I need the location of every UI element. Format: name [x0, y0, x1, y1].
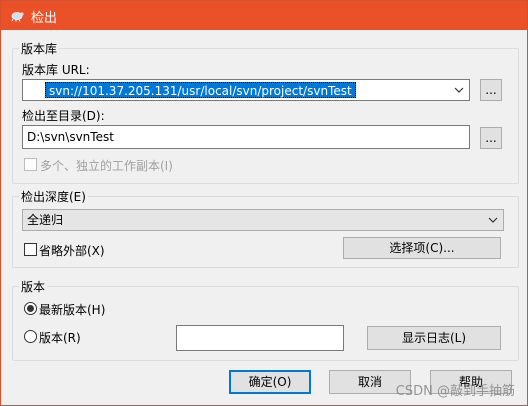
choose-items-button[interactable]: 选择项(C)...	[343, 237, 501, 259]
multiple-copies-checkbox[interactable]	[24, 158, 37, 171]
depth-select[interactable]: 全递归	[22, 209, 504, 231]
csdn-watermark: CSDN @敲到手抽筋	[395, 384, 515, 399]
repository-url-value: svn://101.37.205.131/usr/local/svn/proje…	[45, 82, 356, 98]
window-title: 检出	[31, 11, 58, 26]
multiple-copies-label: 多个、独立的工作副本(I)	[40, 159, 173, 173]
depth-select-value: 全递归	[27, 213, 64, 227]
repository-url-combobox[interactable]: svn://101.37.205.131/usr/local/svn/proje…	[22, 79, 470, 101]
omit-externals-checkbox[interactable]	[24, 243, 37, 256]
head-revision-label: 最新版本(H)	[39, 303, 106, 317]
ok-button[interactable]: 确定(O)	[229, 370, 311, 394]
depth-group-legend: 检出深度(E)	[19, 188, 88, 205]
dir-browse-button[interactable]: ...	[480, 127, 502, 149]
chevron-down-icon[interactable]	[453, 84, 465, 96]
omit-externals-label: 省略外部(X)	[39, 244, 105, 258]
revision-input[interactable]	[176, 325, 344, 351]
head-revision-radio[interactable]	[24, 302, 37, 315]
checkout-dir-label: 检出至目录(D):	[22, 109, 105, 123]
repository-url-label: 版本库 URL:	[22, 63, 90, 77]
show-log-button[interactable]: 显示日志(L)	[367, 326, 501, 350]
title-bar[interactable]: 检出	[1, 1, 527, 30]
specific-revision-radio[interactable]	[24, 330, 37, 343]
checkout-dir-input[interactable]: D:\svn\svnTest	[22, 125, 470, 149]
checkout-dialog: 检出 版本库 版本库 URL: svn://101.37.205.131/usr…	[0, 0, 528, 406]
url-browse-button[interactable]: ...	[480, 79, 502, 101]
specific-revision-label: 版本(R)	[39, 331, 81, 345]
revision-group-legend: 版本	[19, 278, 48, 295]
radio-selected-dot	[27, 305, 34, 312]
repository-group-legend: 版本库	[19, 40, 60, 57]
chevron-down-icon	[488, 217, 498, 223]
tortoise-icon	[11, 12, 24, 22]
